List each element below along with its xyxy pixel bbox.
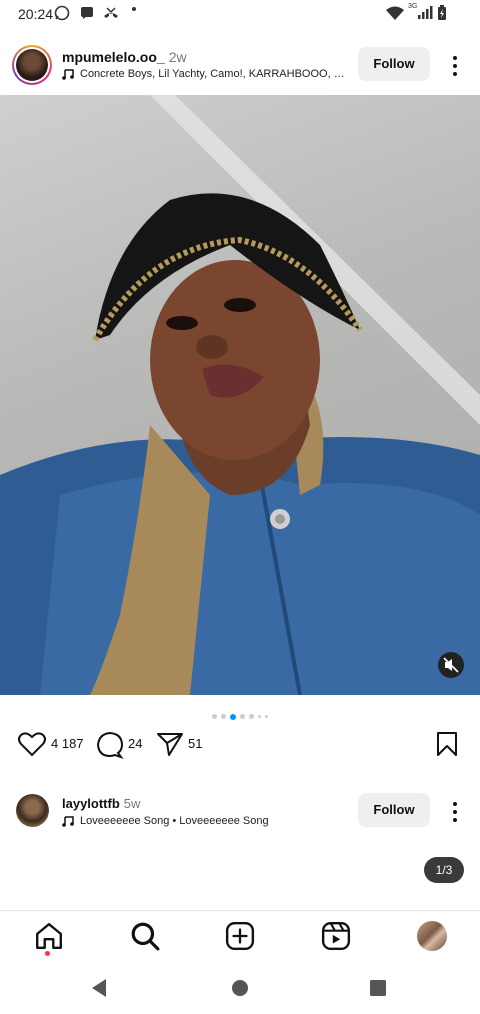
carousel-dot <box>221 714 226 720</box>
comment-count[interactable]: 24 <box>128 736 142 751</box>
network-label: 3G <box>408 3 418 10</box>
missed-call-icon <box>104 7 118 18</box>
follow-button[interactable]: Follow <box>358 47 430 81</box>
more-options-icon[interactable] <box>451 800 459 824</box>
carousel-dot <box>240 714 245 720</box>
photo-illustration <box>0 95 480 695</box>
bottom-nav <box>0 910 480 963</box>
whatsapp-icon <box>54 5 70 21</box>
recents-icon[interactable] <box>369 979 387 997</box>
avatar[interactable] <box>16 794 49 827</box>
post-actions: 4 187 24 51 <box>0 727 480 761</box>
post-photo[interactable] <box>0 95 480 695</box>
send-icon[interactable] <box>156 731 184 757</box>
status-time: 20:24 <box>18 6 54 22</box>
home-circle-icon[interactable] <box>231 979 249 997</box>
post-age: 2w <box>168 49 187 65</box>
post-username-row[interactable]: mpumelelo.oo_ 2w <box>62 49 187 65</box>
post-music-text: Concrete Boys, Lil Yachty, Camo!, KARRAH… <box>80 68 352 80</box>
carousel-dot <box>258 715 261 719</box>
back-icon[interactable] <box>90 978 108 998</box>
next-post-username-row[interactable]: layylottfb 5w <box>62 796 140 811</box>
status-bar: 20:24 3G <box>0 0 480 28</box>
comment-icon[interactable] <box>96 731 124 759</box>
media-counter: 1/3 <box>424 857 464 883</box>
carousel-dot <box>265 715 268 719</box>
music-note-icon <box>62 69 74 80</box>
carousel-indicator <box>0 708 480 726</box>
notification-dot <box>132 7 136 11</box>
mute-icon[interactable] <box>438 652 464 678</box>
more-options-icon[interactable] <box>451 54 459 78</box>
profile-avatar[interactable] <box>417 921 447 951</box>
share-count[interactable]: 51 <box>188 736 202 751</box>
next-post-header: layylottfb 5w Loveeeeeee Song • Loveeeeee… <box>0 790 480 834</box>
like-count[interactable]: 4 187 <box>51 736 84 751</box>
battery-icon <box>438 5 446 20</box>
post-music[interactable]: Concrete Boys, Lil Yachty, Camo!, KARRAH… <box>62 68 352 80</box>
home-icon[interactable] <box>34 921 64 951</box>
plus-square-icon[interactable] <box>225 921 255 951</box>
avatar <box>16 49 48 81</box>
next-post-username[interactable]: layylottfb <box>62 796 120 811</box>
system-nav-bar <box>0 962 480 1014</box>
signal-icon <box>418 6 433 19</box>
next-post-age: 5w <box>123 796 141 811</box>
carousel-dot <box>212 714 217 720</box>
next-post-music[interactable]: Loveeeeeee Song • Loveeeeeee Song <box>62 815 269 827</box>
music-note-icon <box>62 816 74 827</box>
follow-button[interactable]: Follow <box>358 793 430 827</box>
home-notification-dot <box>45 951 50 956</box>
carousel-dot-active <box>230 713 236 720</box>
next-post-music-text: Loveeeeeee Song • Loveeeeeee Song <box>80 815 269 827</box>
bookmark-icon[interactable] <box>436 731 458 757</box>
wifi-icon <box>386 6 404 20</box>
heart-icon[interactable] <box>18 731 46 757</box>
chat-icon <box>81 7 93 19</box>
carousel-dot <box>249 714 254 720</box>
reels-icon[interactable] <box>321 921 351 951</box>
post-header: mpumelelo.oo_ 2w Concrete Boys, Lil Yacht… <box>0 40 480 94</box>
post-username[interactable]: mpumelelo.oo_ <box>62 49 165 65</box>
search-icon[interactable] <box>130 921 160 951</box>
story-ring-avatar[interactable] <box>12 45 52 85</box>
